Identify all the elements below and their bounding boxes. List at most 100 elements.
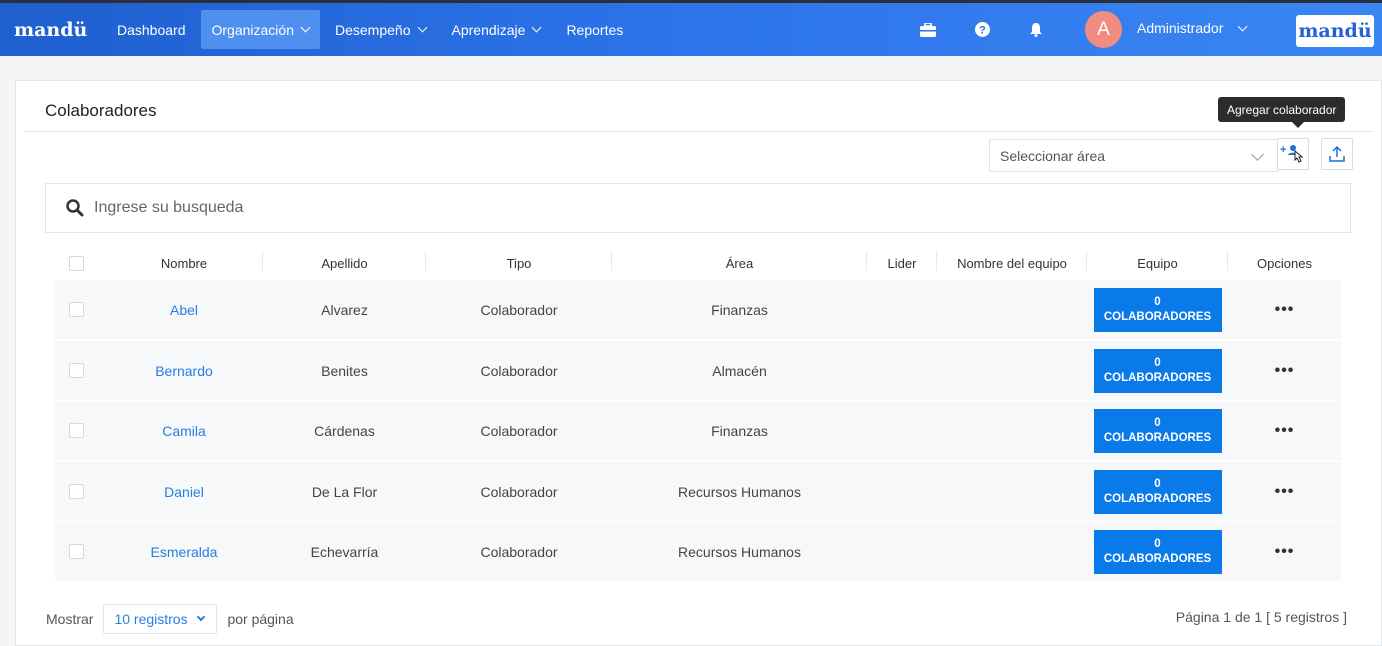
team-count: 0 bbox=[1154, 416, 1161, 429]
page-title: Colaboradores bbox=[45, 101, 157, 120]
nombre-link[interactable]: Camila bbox=[105, 423, 263, 439]
nav-organizacion[interactable]: Organización bbox=[200, 10, 320, 49]
team-members-button[interactable]: 0 COLABORADORES bbox=[1093, 529, 1222, 574]
select-all-checkbox[interactable] bbox=[69, 255, 84, 271]
area-cell: Recursos Humanos bbox=[678, 483, 801, 500]
chevron-down-icon bbox=[417, 22, 427, 33]
add-user-icon: + bbox=[1280, 144, 1304, 163]
add-collaborator-button[interactable]: + bbox=[1277, 138, 1309, 170]
top-navbar: mandü Dashboard Organización Desempeño A… bbox=[0, 0, 1382, 56]
team-label: COLABORADORES bbox=[1103, 552, 1212, 565]
upload-icon bbox=[1329, 145, 1345, 162]
options-menu-icon[interactable]: ••• bbox=[1275, 362, 1295, 379]
nav-dashboard[interactable]: Dashboard bbox=[106, 10, 197, 49]
area-cell: Almacén bbox=[712, 362, 767, 379]
row-checkbox[interactable] bbox=[69, 423, 84, 438]
chevron-down-icon bbox=[531, 22, 542, 33]
options-menu-icon[interactable]: ••• bbox=[1275, 422, 1295, 439]
team-count: 0 bbox=[1154, 477, 1161, 490]
team-members-button[interactable]: 0 COLABORADORES bbox=[1093, 287, 1222, 332]
nav-aprendizaje-label: Aprendizaje bbox=[451, 21, 526, 38]
row-checkbox[interactable] bbox=[69, 302, 84, 317]
nombre-link[interactable]: Bernardo bbox=[105, 363, 263, 379]
team-count: 0 bbox=[1154, 537, 1161, 550]
options-menu-icon[interactable]: ••• bbox=[1275, 543, 1295, 560]
page-size-control: Mostrar 10 registros por página bbox=[46, 604, 294, 634]
nav-reportes-label: Reportes bbox=[566, 21, 624, 38]
apellido-cell: Alvarez bbox=[321, 301, 368, 318]
table-header: Nombre Apellido Tipo Área Lider Nombre d… bbox=[55, 246, 1341, 280]
header-tipo[interactable]: Tipo bbox=[426, 250, 612, 271]
svg-text:?: ? bbox=[979, 25, 986, 37]
apellido-cell: De La Flor bbox=[311, 483, 378, 500]
header-lider[interactable]: Lider bbox=[867, 250, 937, 271]
header-apellido[interactable]: Apellido bbox=[263, 250, 426, 271]
apellido-cell: Benites bbox=[321, 362, 368, 379]
row-checkbox[interactable] bbox=[69, 544, 84, 559]
team-label: COLABORADORES bbox=[1103, 310, 1212, 323]
chevron-down-icon bbox=[1251, 148, 1264, 161]
help-icon[interactable]: ? bbox=[972, 20, 992, 40]
brand-logo-box: mandü bbox=[1296, 15, 1374, 47]
collaborators-card: Colaboradores Agregar colaborador Selecc… bbox=[15, 80, 1382, 646]
user-name-label: Administrador bbox=[1137, 20, 1224, 36]
briefcase-icon[interactable] bbox=[918, 20, 938, 40]
table-row: Daniel De La Flor Colaborador Recursos H… bbox=[55, 462, 1341, 522]
team-label: COLABORADORES bbox=[1103, 371, 1212, 384]
avatar[interactable]: A bbox=[1085, 11, 1122, 48]
select-all-cell bbox=[55, 255, 105, 271]
export-button[interactable] bbox=[1321, 138, 1353, 170]
nav-reportes[interactable]: Reportes bbox=[555, 10, 634, 49]
nav-icons: ? bbox=[918, 3, 1080, 56]
table-row: Abel Alvarez Colaborador Finanzas 0 COLAB… bbox=[55, 280, 1341, 340]
apellido-cell: Cárdenas bbox=[314, 422, 375, 439]
team-count: 0 bbox=[1154, 356, 1161, 369]
apellido-cell: Echevarría bbox=[310, 543, 379, 560]
team-count: 0 bbox=[1154, 295, 1161, 308]
area-cell: Recursos Humanos bbox=[678, 543, 801, 560]
team-label: COLABORADORES bbox=[1103, 492, 1212, 505]
tipo-cell: Colaborador bbox=[480, 362, 558, 379]
team-members-button[interactable]: 0 COLABORADORES bbox=[1093, 469, 1222, 514]
chevron-down-icon bbox=[300, 22, 311, 33]
nav-desempeno[interactable]: Desempeño bbox=[324, 10, 437, 49]
per-page-suffix: por página bbox=[227, 611, 294, 627]
team-members-button[interactable]: 0 COLABORADORES bbox=[1093, 348, 1222, 393]
svg-text:+: + bbox=[1280, 144, 1286, 156]
divider bbox=[24, 131, 1374, 132]
header-area[interactable]: Área bbox=[612, 250, 867, 271]
nombre-link[interactable]: Esmeralda bbox=[105, 544, 263, 560]
show-label: Mostrar bbox=[46, 611, 94, 627]
header-opciones: Opciones bbox=[1257, 255, 1312, 271]
search-box bbox=[45, 183, 1351, 233]
bell-icon[interactable] bbox=[1026, 20, 1046, 40]
tipo-cell: Colaborador bbox=[480, 543, 558, 560]
header-nombre-equipo[interactable]: Nombre del equipo bbox=[937, 250, 1087, 271]
tipo-cell: Colaborador bbox=[480, 301, 558, 318]
per-page-value: 10 registros bbox=[114, 611, 188, 627]
area-cell: Finanzas bbox=[711, 422, 768, 439]
area-select[interactable]: Seleccionar área bbox=[989, 139, 1279, 172]
user-menu[interactable]: Administrador bbox=[1137, 20, 1248, 36]
header-nombre[interactable]: Nombre bbox=[105, 250, 263, 271]
add-collaborator-tooltip: Agregar colaborador bbox=[1218, 97, 1346, 128]
nav-organizacion-label: Organización bbox=[211, 21, 295, 38]
header-equipo: Equipo bbox=[1087, 250, 1228, 271]
per-page-select[interactable]: 10 registros bbox=[103, 604, 218, 634]
nombre-link[interactable]: Abel bbox=[105, 302, 263, 318]
area-cell: Finanzas bbox=[711, 301, 768, 318]
row-checkbox[interactable] bbox=[69, 484, 84, 499]
row-checkbox[interactable] bbox=[69, 363, 84, 378]
options-menu-icon[interactable]: ••• bbox=[1275, 483, 1295, 500]
tipo-cell: Colaborador bbox=[480, 483, 558, 500]
table-row: Bernardo Benites Colaborador Almacén 0 CO… bbox=[55, 341, 1341, 401]
nav-aprendizaje[interactable]: Aprendizaje bbox=[441, 10, 552, 49]
chevron-down-icon bbox=[197, 612, 206, 622]
nombre-link[interactable]: Daniel bbox=[105, 484, 263, 500]
options-menu-icon[interactable]: ••• bbox=[1275, 301, 1295, 318]
table-row: Camila Cárdenas Colaborador Finanzas 0 CO… bbox=[55, 401, 1341, 461]
search-input[interactable] bbox=[94, 199, 1094, 217]
brand-logo[interactable]: mandü bbox=[14, 19, 106, 41]
team-members-button[interactable]: 0 COLABORADORES bbox=[1093, 408, 1222, 453]
chevron-down-icon bbox=[1237, 21, 1248, 31]
